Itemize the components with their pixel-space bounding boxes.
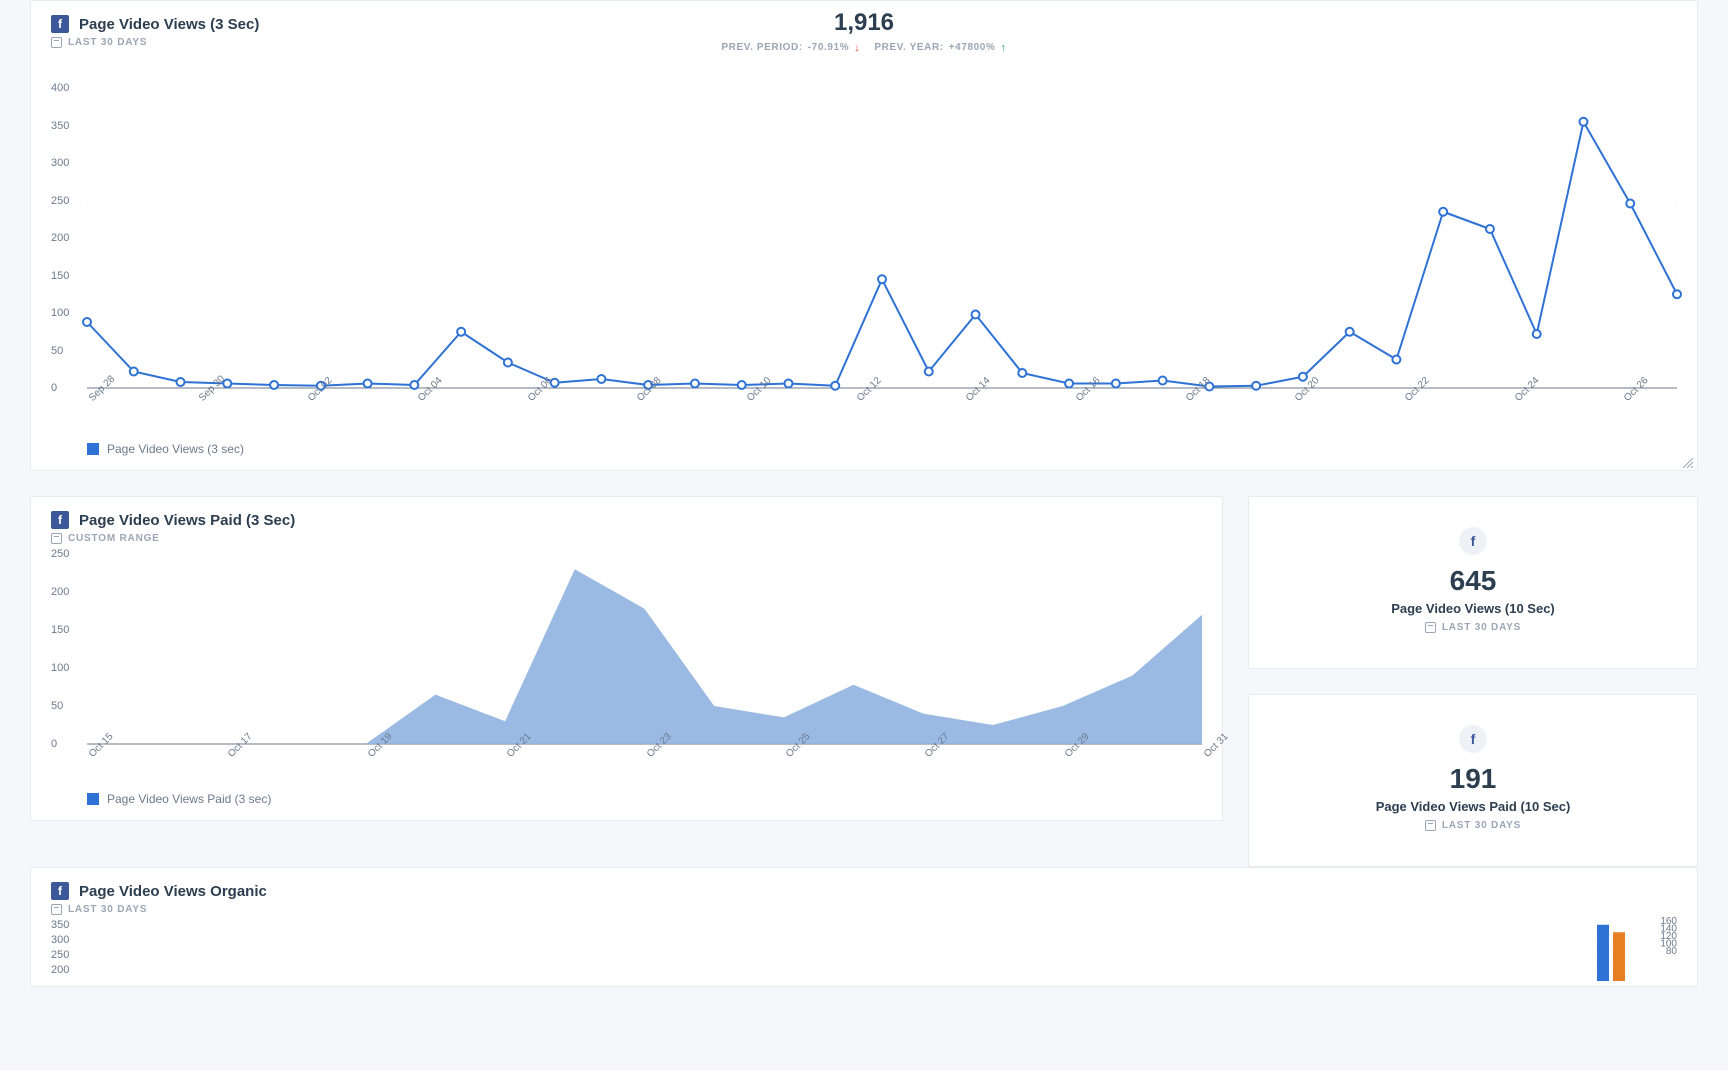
panel-title: Page Video Views Paid (3 Sec) xyxy=(79,512,295,529)
panel-video-views-organic: f Page Video Views Organic LAST 30 DAYS … xyxy=(30,867,1698,987)
chart-video-views-3sec: 050100150200250300350400 xyxy=(87,88,1677,388)
date-range-label: CUSTOM RANGE xyxy=(51,533,1202,544)
facebook-icon: f xyxy=(51,511,69,529)
stat-label: Page Video Views Paid (10 Sec) xyxy=(1269,799,1677,814)
arrow-up-icon: ↑ xyxy=(1000,42,1006,54)
calendar-icon xyxy=(51,533,62,544)
chart-small-bars: 80100120140160 xyxy=(1587,921,1687,986)
chart-video-views-paid-3sec: 050100150200250 xyxy=(87,554,1202,744)
panel-video-views-3sec: f Page Video Views (3 Sec) LAST 30 DAYS … xyxy=(30,0,1698,471)
arrow-down-icon: ↓ xyxy=(854,42,860,54)
facebook-icon: f xyxy=(1459,527,1487,555)
panel-video-views-paid-3sec: f Page Video Views Paid (3 Sec) CUSTOM R… xyxy=(30,496,1223,821)
chart-legend: Page Video Views (3 sec) xyxy=(31,438,1697,470)
chart-video-views-organic: 200250300350 xyxy=(87,925,1677,985)
prev-period-delta: PREV. PERIOD: -70.91% ↓ xyxy=(721,42,860,54)
stat-value: 645 xyxy=(1269,565,1677,597)
calendar-icon xyxy=(51,904,62,915)
chart-legend: Page Video Views Paid (3 sec) xyxy=(31,788,1222,820)
stat-label: Page Video Views (10 Sec) xyxy=(1269,601,1677,616)
legend-swatch-icon xyxy=(87,793,99,805)
kpi-value: 1,916 xyxy=(31,9,1697,37)
date-range-label: LAST 30 DAYS xyxy=(51,904,1677,915)
prev-year-delta: PREV. YEAR: +47800% ↑ xyxy=(874,42,1006,54)
calendar-icon xyxy=(1425,820,1436,831)
facebook-icon: f xyxy=(51,882,69,900)
resize-handle-icon[interactable] xyxy=(1681,456,1695,470)
card-video-views-paid-10sec: f 191 Page Video Views Paid (10 Sec) LAS… xyxy=(1248,694,1698,867)
card-video-views-10sec: f 645 Page Video Views (10 Sec) LAST 30 … xyxy=(1248,496,1698,669)
calendar-icon xyxy=(1425,622,1436,633)
panel-title: Page Video Views Organic xyxy=(79,883,267,900)
date-range-label: LAST 30 DAYS xyxy=(1425,622,1521,633)
date-range-label: LAST 30 DAYS xyxy=(1425,820,1521,831)
kpi-block: 1,916 PREV. PERIOD: -70.91% ↓ PREV. YEAR… xyxy=(31,9,1697,55)
facebook-icon: f xyxy=(1459,725,1487,753)
stat-value: 191 xyxy=(1269,763,1677,795)
svg-text:160: 160 xyxy=(1660,916,1677,927)
legend-swatch-icon xyxy=(87,443,99,455)
